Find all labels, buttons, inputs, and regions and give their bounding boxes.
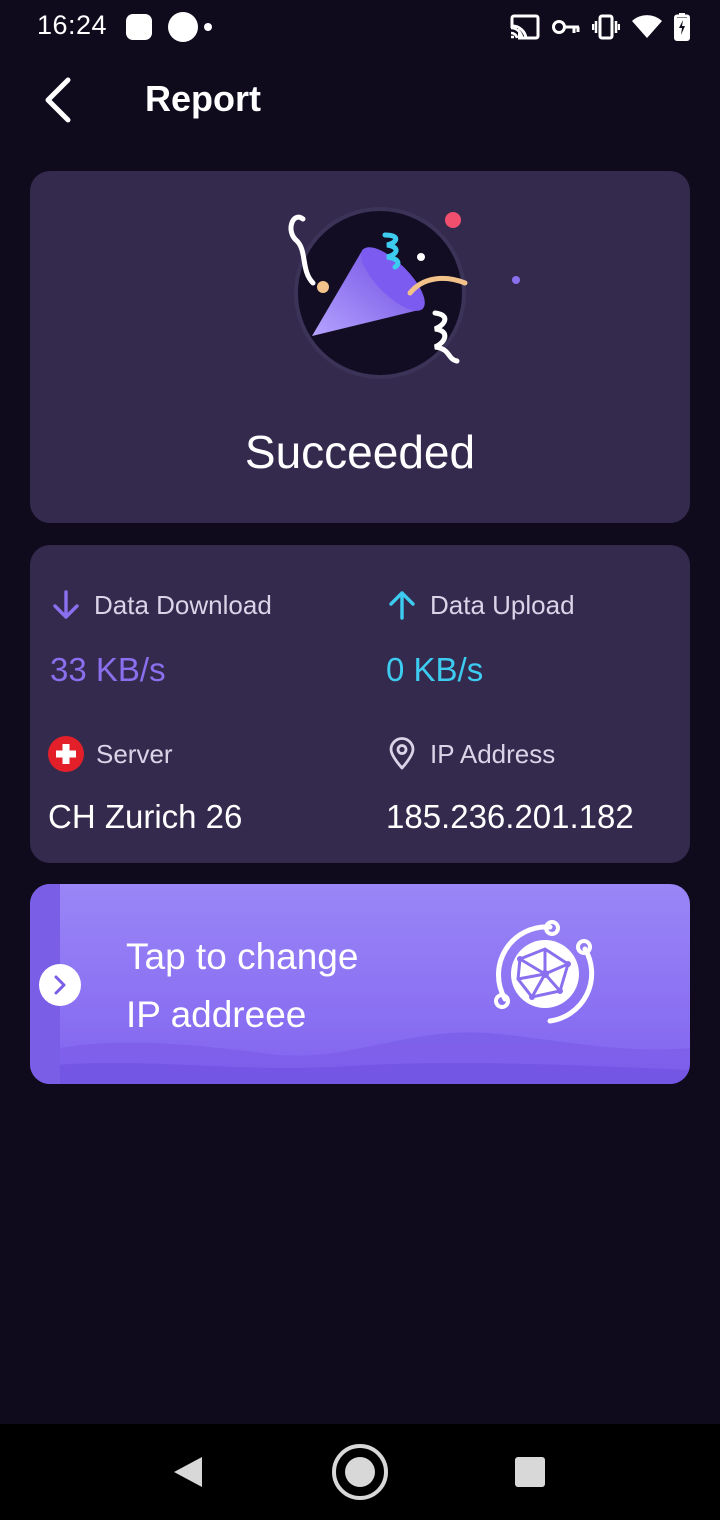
server-value: CH Zurich 26: [48, 798, 243, 835]
stat-server: Server CH Zurich 26: [48, 736, 242, 836]
status-bar: 16:24: [0, 0, 720, 54]
banner-line-2: IP addreee: [126, 994, 307, 1035]
location-pin-icon: [389, 737, 415, 770]
success-card: Succeeded: [30, 171, 690, 523]
notification-circle-icon: [168, 12, 198, 42]
upload-value: 0 KB/s: [386, 651, 484, 688]
stat-ip-address: IP Address 185.236.201.182: [386, 736, 634, 836]
status-time: 16:24: [37, 10, 108, 40]
chevron-left-icon: [45, 77, 71, 123]
download-label: Data Download: [94, 589, 272, 620]
back-button[interactable]: [30, 72, 86, 128]
success-message: Succeeded: [244, 426, 476, 478]
nav-back-button[interactable]: [128, 1424, 248, 1520]
square-recents-icon: [515, 1457, 545, 1487]
globe-network-icon: [494, 920, 595, 1024]
ip-label: IP Address: [430, 738, 556, 769]
change-ip-banner[interactable]: Tap to change IP addreee: [30, 884, 690, 1084]
notification-app-icon: [126, 14, 152, 40]
confetti-dot-icon: [512, 276, 520, 284]
server-label: Server: [96, 738, 173, 769]
triangle-back-icon: [174, 1457, 202, 1487]
connection-stats-card: Data Download 33 KB/s Data Upload 0 KB/s…: [30, 545, 690, 863]
upload-label: Data Upload: [430, 589, 575, 620]
chevron-right-icon: [54, 975, 66, 995]
download-value: 33 KB/s: [50, 651, 166, 688]
battery-icon: [674, 13, 690, 41]
nav-recents-button[interactable]: [470, 1424, 590, 1520]
system-navigation-bar: [0, 1424, 720, 1520]
wifi-icon: [632, 15, 662, 38]
page-title: Report: [145, 78, 261, 119]
header: Report: [0, 60, 720, 140]
arrow-up-icon: [389, 591, 415, 620]
arrow-down-icon: [53, 590, 79, 619]
ip-value: 185.236.201.182: [386, 798, 634, 835]
cast-icon: [510, 14, 540, 40]
swiss-flag-icon: [48, 736, 84, 772]
banner-line-1: Tap to change: [126, 936, 359, 977]
banner-arrow-button[interactable]: [39, 964, 81, 1006]
vibrate-icon: [592, 14, 620, 40]
status-icons: [510, 12, 690, 42]
party-popper-icon: [288, 207, 520, 379]
stat-upload: Data Upload 0 KB/s: [386, 587, 575, 689]
vpn-key-icon: [552, 20, 580, 34]
more-notifications-icon: [204, 23, 212, 31]
nav-home-button[interactable]: [300, 1424, 420, 1520]
stat-download: Data Download 33 KB/s: [50, 587, 272, 689]
report-screen: 16:24 Report Succeeded Data Download 33 …: [0, 0, 720, 1520]
home-circle-icon: [332, 1444, 388, 1500]
banner-text: Tap to change IP addreee: [126, 928, 358, 1044]
party-illustration: [255, 201, 520, 381]
